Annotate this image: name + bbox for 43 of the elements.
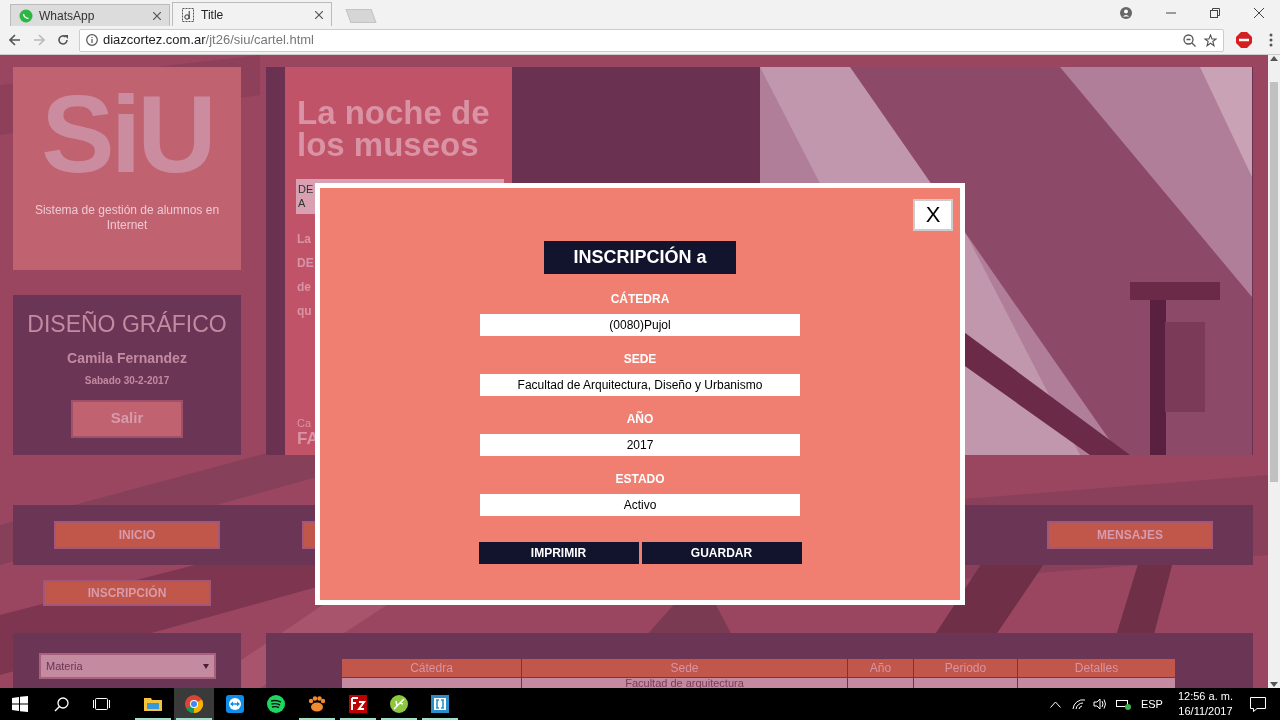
language-indicator[interactable]: ESP bbox=[1140, 695, 1163, 713]
back-icon[interactable] bbox=[9, 34, 21, 46]
star-icon[interactable] bbox=[1204, 33, 1217, 47]
task-view-icon[interactable] bbox=[93, 697, 110, 711]
chat-icon bbox=[19, 8, 33, 23]
clock-time: 12:56 a. m. bbox=[1177, 689, 1233, 704]
clock[interactable]: 12:56 a. m. 16/11/2017 bbox=[1177, 689, 1233, 719]
folder-icon bbox=[144, 696, 162, 712]
battery-icon[interactable] bbox=[1115, 698, 1132, 710]
wifi-icon[interactable] bbox=[1071, 698, 1086, 710]
url-path: /jt26/siu/cartel.html bbox=[205, 32, 314, 48]
adblock-icon[interactable] bbox=[1236, 32, 1252, 48]
notification-icon[interactable] bbox=[1250, 696, 1266, 712]
paw-icon bbox=[308, 696, 326, 712]
menu-icon[interactable] bbox=[1269, 33, 1273, 47]
profile-icon[interactable] bbox=[1120, 7, 1132, 19]
ftp-icon bbox=[349, 695, 367, 713]
browser-icon bbox=[185, 695, 203, 713]
leaf-icon bbox=[390, 695, 408, 713]
search-icon[interactable] bbox=[54, 696, 69, 712]
bracket-icon bbox=[431, 695, 449, 713]
close-icon[interactable] bbox=[153, 11, 161, 20]
scrollbar-thumb[interactable] bbox=[1270, 81, 1278, 482]
tab-title: Title bbox=[201, 6, 225, 24]
reload-icon[interactable] bbox=[57, 34, 69, 46]
taskbar-button[interactable] bbox=[174, 688, 214, 720]
restore-icon[interactable] bbox=[1210, 8, 1220, 18]
address-bar[interactable]: diazcortez.com.ar/jt26/siu/cartel.html bbox=[79, 28, 1224, 52]
page-icon bbox=[181, 7, 195, 22]
browser-tab[interactable]: WhatsApp bbox=[10, 4, 170, 26]
url-host: diazcortez.com.ar bbox=[103, 32, 206, 48]
close-icon[interactable] bbox=[315, 10, 323, 19]
close-icon[interactable] bbox=[1254, 8, 1264, 18]
music-icon bbox=[267, 695, 285, 713]
chevron-up-icon[interactable] bbox=[1049, 700, 1061, 708]
zoom-out-icon[interactable] bbox=[1183, 33, 1196, 47]
info-icon[interactable] bbox=[86, 34, 98, 46]
clock-date: 16/11/2017 bbox=[1178, 704, 1233, 719]
tab-title: WhatsApp bbox=[39, 7, 96, 25]
browser-tab[interactable]: Title bbox=[172, 2, 332, 26]
remote-icon bbox=[226, 695, 244, 713]
windows-icon[interactable] bbox=[12, 696, 28, 712]
volume-icon[interactable] bbox=[1092, 698, 1107, 710]
